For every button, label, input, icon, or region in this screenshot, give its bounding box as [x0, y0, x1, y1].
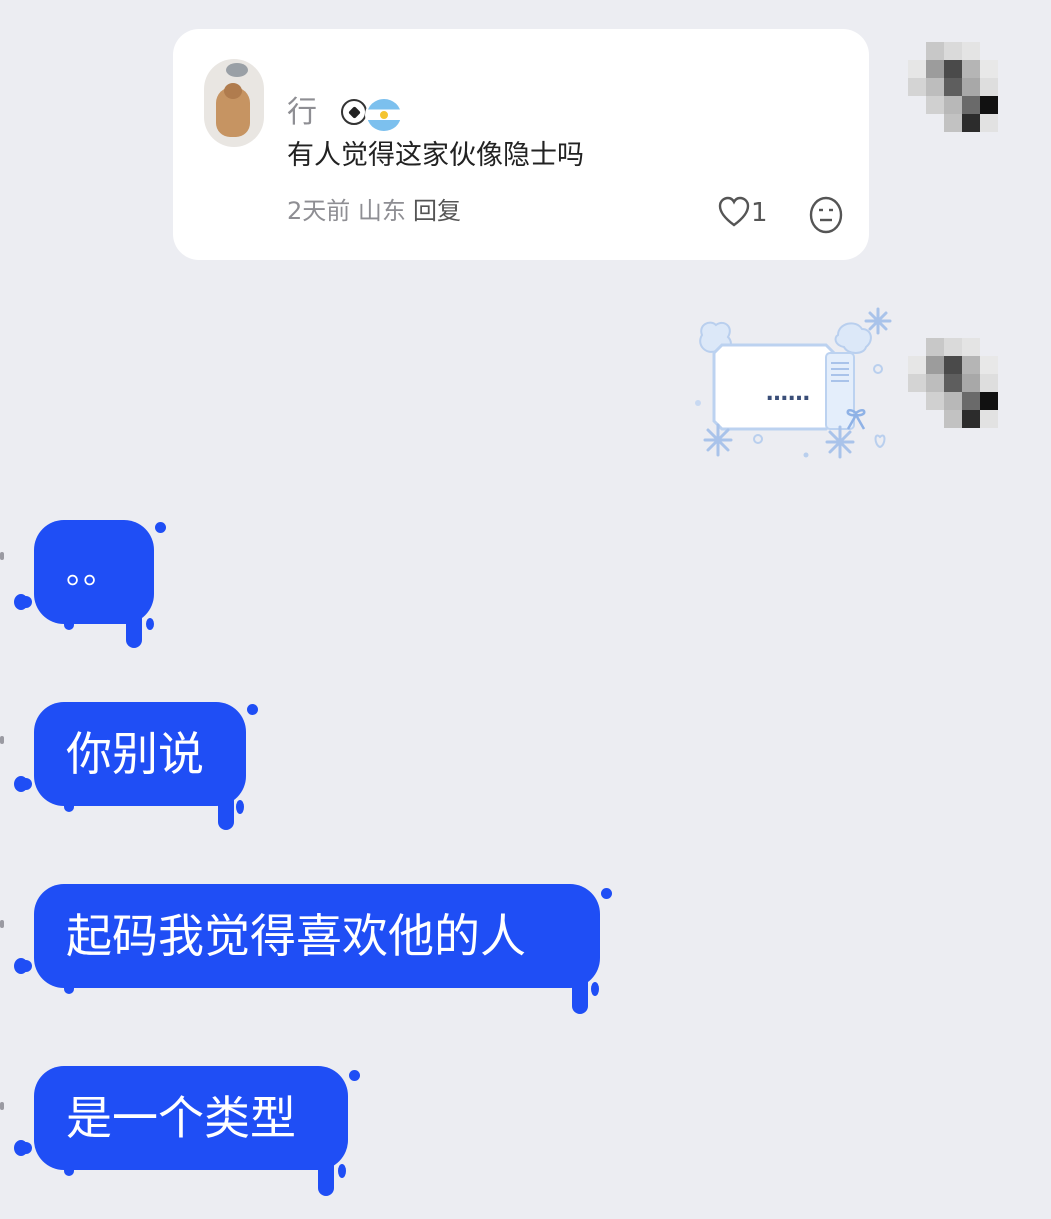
bubble-dot: [338, 1164, 346, 1178]
bubble-dot: [14, 958, 28, 974]
commenter-username: 行: [287, 95, 317, 130]
message-bubble[interactable]: 起码我觉得喜欢他的人: [20, 884, 600, 988]
bubble-dot: [236, 800, 244, 814]
sticker-text: ……: [766, 381, 810, 406]
ticket-sticker[interactable]: ……: [688, 305, 898, 465]
bubble-drip: [64, 974, 74, 994]
bubble-dot: [14, 1140, 28, 1156]
bubble-drip: [126, 610, 142, 648]
message-bubble[interactable]: 是一个类型: [20, 1066, 348, 1170]
bubble-drip: [64, 610, 74, 630]
comment-text: 有人觉得这家伙像隐士吗: [287, 140, 584, 171]
bubble-drip: [218, 792, 234, 830]
bubble-drip: [64, 1156, 74, 1176]
reply-button[interactable]: 回复: [413, 193, 461, 229]
soccer-ball-icon: [341, 99, 367, 125]
message-bubble[interactable]: 你别说: [20, 702, 246, 806]
bubble-drip: [572, 974, 588, 1014]
self-avatar[interactable]: [908, 338, 1000, 430]
bubble-dot: [146, 618, 154, 630]
bubble-dot: [601, 888, 612, 899]
message-bubble[interactable]: 。。: [20, 520, 154, 624]
heart-icon[interactable]: [717, 195, 751, 229]
bubble-dot: [591, 982, 599, 996]
self-avatar[interactable]: [908, 42, 1000, 134]
bubble-dot: [155, 522, 166, 533]
bubble-dot: [349, 1070, 360, 1081]
argentina-flag-icon: [365, 97, 403, 133]
like-count: 1: [751, 198, 768, 228]
bubble-dot: [14, 776, 28, 792]
bubble-drip: [318, 1156, 334, 1196]
edge-mark: [0, 1102, 4, 1110]
emoji-reaction-icon[interactable]: [807, 194, 845, 236]
edge-mark: [0, 920, 4, 928]
bubble-dot: [247, 704, 258, 715]
bubble-drip: [64, 792, 74, 812]
shared-comment-card[interactable]: 行 有人觉得这家伙像隐士吗 2天前 山东 回复 1: [173, 29, 869, 260]
edge-mark: [0, 736, 4, 744]
commenter-avatar: [204, 59, 264, 147]
bubble-dot: [14, 594, 28, 610]
edge-mark: [0, 552, 4, 560]
comment-meta: 2天前 山东: [287, 197, 406, 225]
